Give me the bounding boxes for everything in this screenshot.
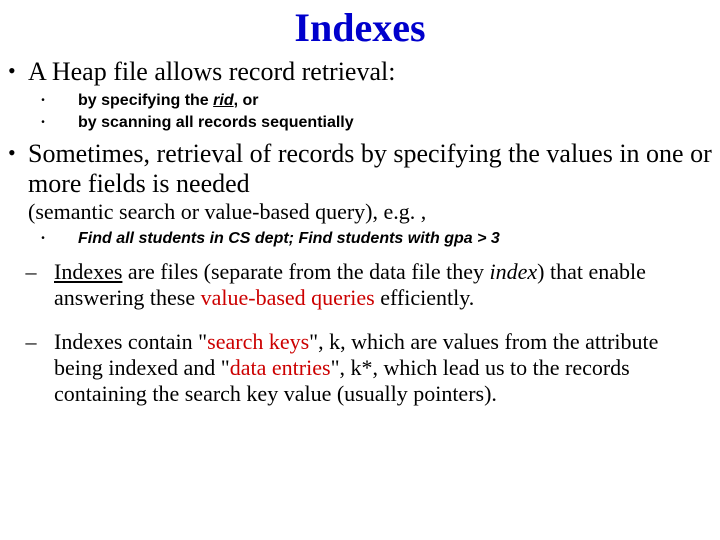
bullet-1-sub-2: • by scanning all records sequentially [8,113,712,133]
sub-marker: • [8,113,78,133]
bullet-list: • A Heap file allows record retrieval: •… [8,57,712,407]
bullet-marker: • [8,139,28,167]
bullet-2-note: (semantic search or value-based query), … [28,199,712,225]
slide-title: Indexes [8,4,712,51]
bullet-marker: • [8,57,28,85]
bullet-2-sublist: • Find all students in CS dept; Find stu… [8,229,712,249]
dash-1-text: Indexes are files (separate from the dat… [54,259,712,311]
sub-marker: • [8,91,78,111]
dash-marker: – [8,259,54,285]
bullet-1-sub-1-text: by specifying the rid, or [78,91,258,111]
bullet-1-sublist: • by specifying the rid, or • by scannin… [8,91,712,133]
sub-marker: • [8,229,78,249]
bullet-2-sub-1-text: Find all students in CS dept; Find stude… [78,229,500,249]
bullet-1: • A Heap file allows record retrieval: •… [8,57,712,133]
bullet-2: • Sometimes, retrieval of records by spe… [8,139,712,407]
dash-list: – Indexes are files (separate from the d… [8,259,712,407]
bullet-2-sub-1: • Find all students in CS dept; Find stu… [8,229,712,249]
dash-1: – Indexes are files (separate from the d… [8,259,712,311]
bullet-1-sub-1: • by specifying the rid, or [8,91,712,111]
dash-2-text: Indexes contain "search keys", k, which … [54,329,712,407]
bullet-1-text: A Heap file allows record retrieval: [28,57,395,87]
dash-2: – Indexes contain "search keys", k, whic… [8,329,712,407]
slide: Indexes • A Heap file allows record retr… [0,0,720,433]
dash-marker: – [8,329,54,355]
bullet-2-text: Sometimes, retrieval of records by speci… [28,139,712,199]
bullet-1-sub-2-text: by scanning all records sequentially [78,113,354,133]
